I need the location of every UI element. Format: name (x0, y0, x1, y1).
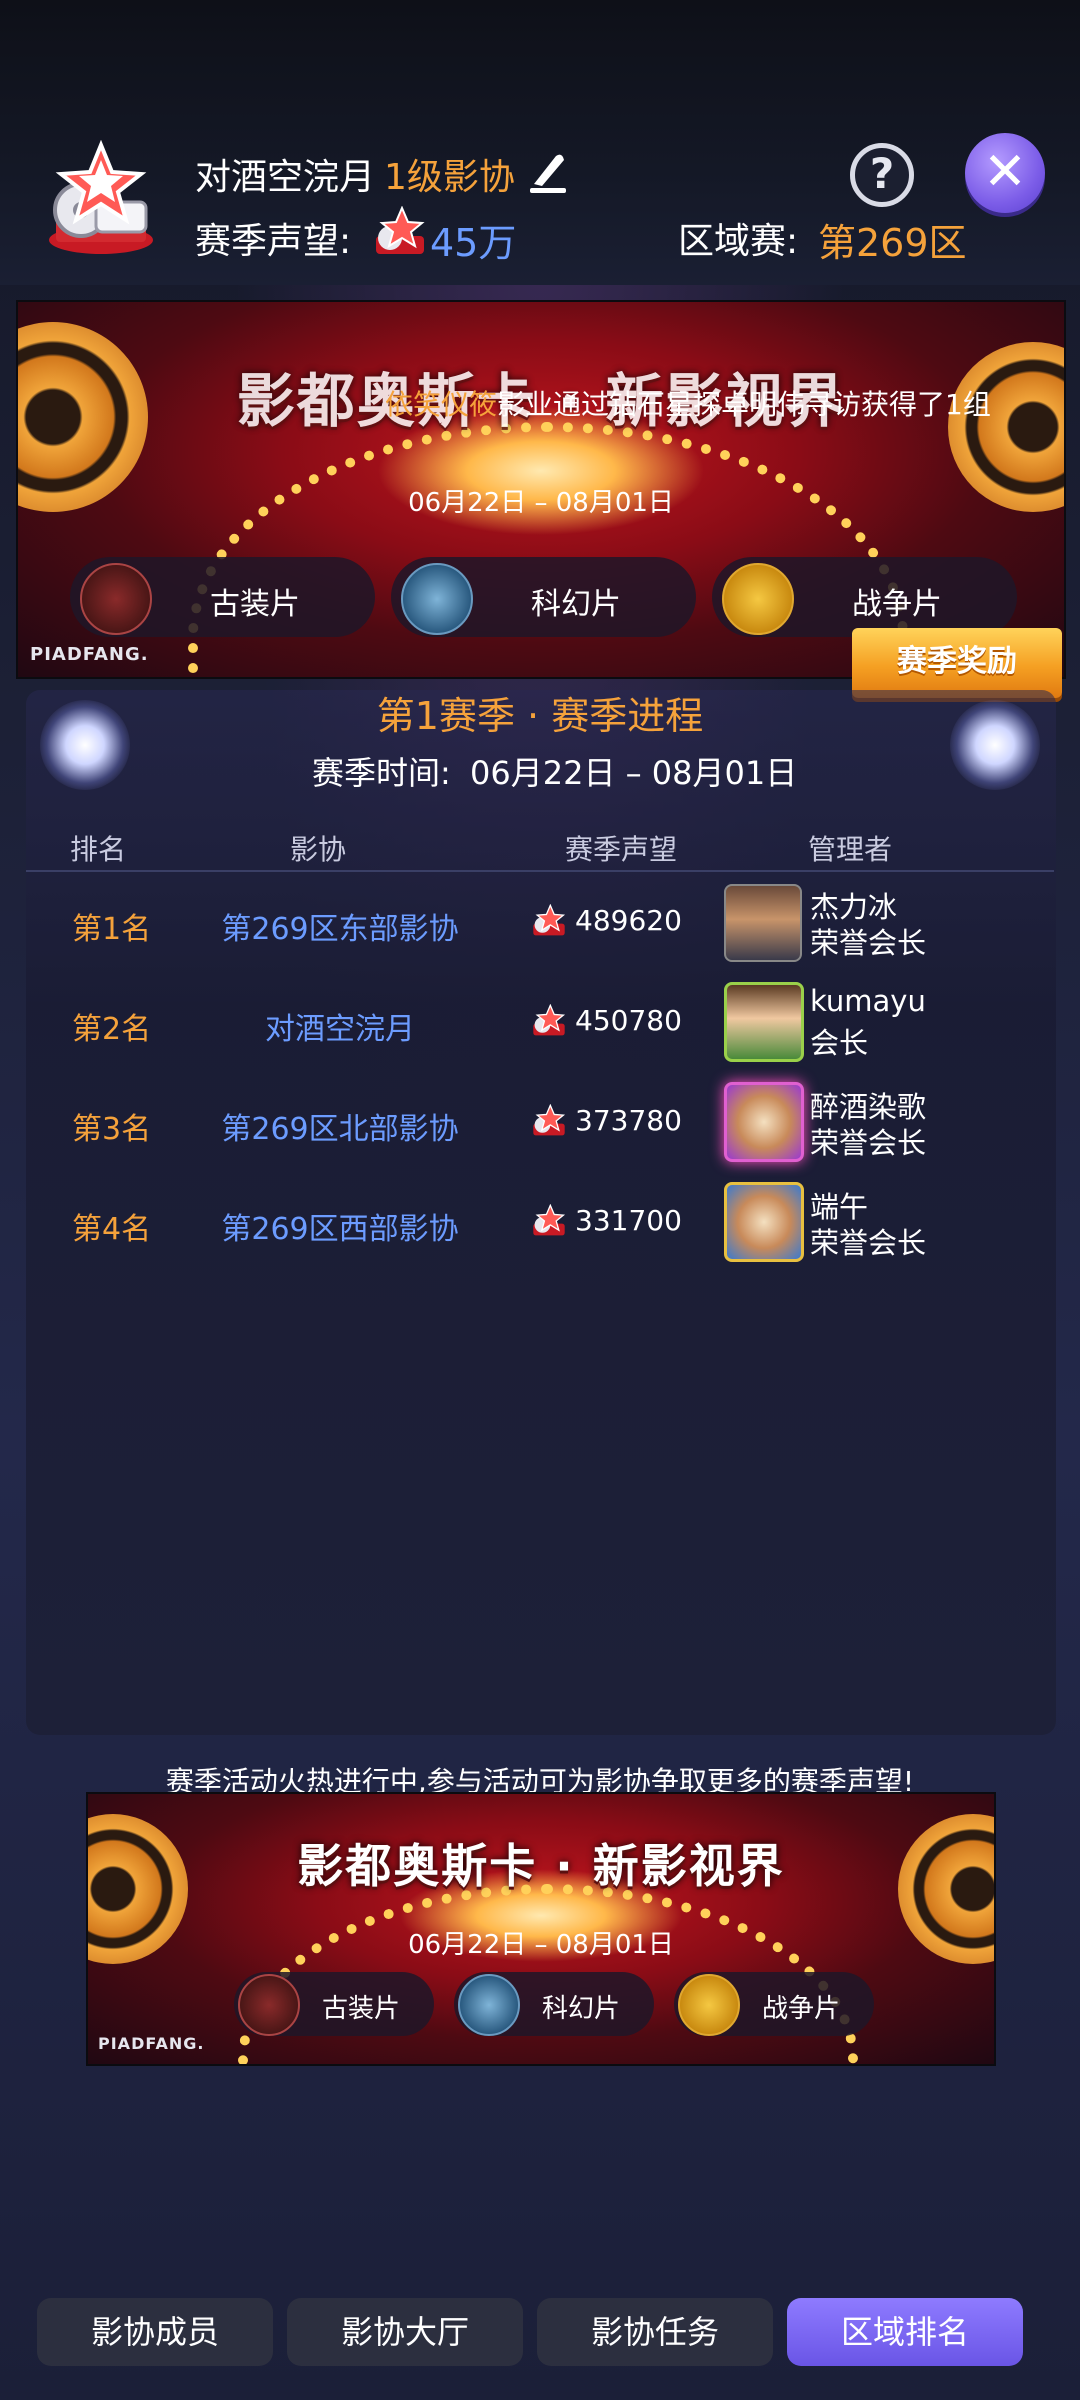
costume-film-icon (80, 563, 152, 635)
reputation-value: 373780 (575, 1104, 682, 1137)
marquee-text: 影业通过钻石星探卓明伟寻访获得了1组E (497, 388, 990, 421)
banner-title: 影都奥斯卡 · 新影视界 (297, 1839, 785, 1893)
tab-guild-members[interactable]: 影协成员 (37, 2298, 273, 2366)
region-value: 第269区 (818, 221, 967, 265)
season-time-label: 赛季时间: (312, 754, 451, 792)
reputation-value: 331700 (575, 1204, 682, 1237)
banner-date: 06月22日 – 08月01日 (408, 1930, 674, 1960)
reputation-value: 489620 (575, 904, 682, 937)
chip-label: 古装片 (210, 587, 300, 622)
table-row[interactable]: 第1名 第269区东部影协 489620 杰力冰 荣誉会长 (0, 870, 1080, 970)
column-header-rank: 排名 (70, 833, 127, 866)
admin-avatar[interactable] (724, 1182, 804, 1262)
help-button[interactable]: ? (850, 143, 914, 207)
brand-logo: PIADFANG. (98, 2034, 205, 2053)
edit-icon[interactable] (528, 150, 568, 194)
rank-label: 第3名 (72, 1112, 152, 1147)
rank-label: 第1名 (72, 912, 152, 947)
admin-name: kumayu (810, 984, 926, 1018)
genre-chip-scifi[interactable]: 科幻片 (454, 1972, 654, 2036)
reputation-icon (372, 205, 428, 258)
guild-logo-icon (36, 139, 166, 260)
genre-chip-costume[interactable]: 古装片 (70, 557, 375, 637)
ufo-icon (401, 563, 473, 635)
genre-chip-war[interactable]: 战争片 (674, 1972, 874, 2036)
reputation-label: 赛季声望: (195, 221, 352, 262)
close-button[interactable]: ✕ (965, 133, 1045, 213)
season-event-banner[interactable]: 影都奥斯卡 · 新影视界 06月22日 – 08月01日 古装片 科幻片 战争片… (16, 300, 1066, 679)
reputation-icon (530, 903, 568, 938)
admin-role: 会长 (810, 1026, 869, 1060)
column-header-admin: 管理者 (808, 833, 893, 866)
costume-film-icon (238, 1974, 300, 2036)
marquee-highlight: 依笑仪筱 (385, 388, 498, 421)
reputation-icon (530, 1203, 568, 1238)
admin-avatar[interactable] (724, 884, 802, 962)
column-header-guild: 影协 (290, 833, 347, 866)
table-row[interactable]: 第4名 第269区西部影协 331700 端午 荣誉会长 (0, 1170, 1080, 1270)
brand-logo: PIADFANG. (30, 644, 149, 665)
soldier-icon (722, 563, 794, 635)
table-row[interactable]: 第2名 对酒空浣月 450780 kumayu 会长 (0, 970, 1080, 1070)
promo-event-banner[interactable]: 影都奥斯卡 · 新影视界 06月22日 – 08月01日 古装片 科幻片 战争片… (86, 1792, 996, 2066)
chip-label: 科幻片 (542, 1994, 621, 2024)
chip-label: 科幻片 (531, 587, 621, 622)
guild-link[interactable]: 第269区北部影协 (220, 1104, 460, 1148)
column-header-reputation: 赛季声望 (565, 833, 678, 866)
season-time-value: 06月22日 – 08月01日 (470, 754, 798, 792)
guild-level: 1级影协 (384, 157, 515, 198)
chip-label: 战争片 (852, 587, 942, 622)
tab-region-ranking[interactable]: 区域排名 (787, 2298, 1023, 2366)
admin-role: 荣誉会长 (810, 1126, 927, 1160)
genre-chip-scifi[interactable]: 科幻片 (391, 557, 696, 637)
chip-label: 战争片 (762, 1994, 841, 2024)
admin-role: 荣誉会长 (810, 926, 927, 960)
tab-guild-tasks[interactable]: 影协任务 (537, 2298, 773, 2366)
reputation-icon (530, 1003, 568, 1038)
reputation-value: 45万 (430, 221, 517, 265)
chip-label: 古装片 (322, 1994, 401, 2024)
rank-label: 第4名 (72, 1212, 152, 1247)
banner-arch-lights (188, 422, 908, 677)
season-title: 第1赛季 · 赛季进程 (376, 694, 704, 738)
reputation-icon (530, 1103, 568, 1138)
admin-role: 荣誉会长 (810, 1226, 927, 1260)
ufo-icon (458, 1974, 520, 2036)
soldier-icon (678, 1974, 740, 2036)
tab-guild-hall[interactable]: 影协大厅 (287, 2298, 523, 2366)
banner-date: 06月22日 – 08月01日 (408, 488, 674, 518)
region-label: 区域赛: (678, 221, 799, 262)
admin-avatar[interactable] (724, 982, 804, 1062)
reputation-value: 450780 (575, 1004, 682, 1037)
guild-link[interactable]: 第269区西部影协 (220, 1204, 460, 1248)
guild-link[interactable]: 第269区东部影协 (220, 904, 460, 948)
news-marquee: 依笑仪筱影业通过钻石星探卓明伟寻访获得了1组E (385, 383, 990, 425)
guild-link[interactable]: 对酒空浣月 (220, 1004, 460, 1048)
admin-avatar[interactable] (724, 1082, 804, 1162)
guild-name: 对酒空浣月 (195, 157, 376, 198)
genre-chip-war[interactable]: 战争片 (712, 557, 1017, 637)
table-row[interactable]: 第3名 第269区北部影协 373780 醉酒染歌 荣誉会长 (0, 1070, 1080, 1170)
genre-chip-costume[interactable]: 古装片 (234, 1972, 434, 2036)
rank-label: 第2名 (72, 1012, 152, 1047)
